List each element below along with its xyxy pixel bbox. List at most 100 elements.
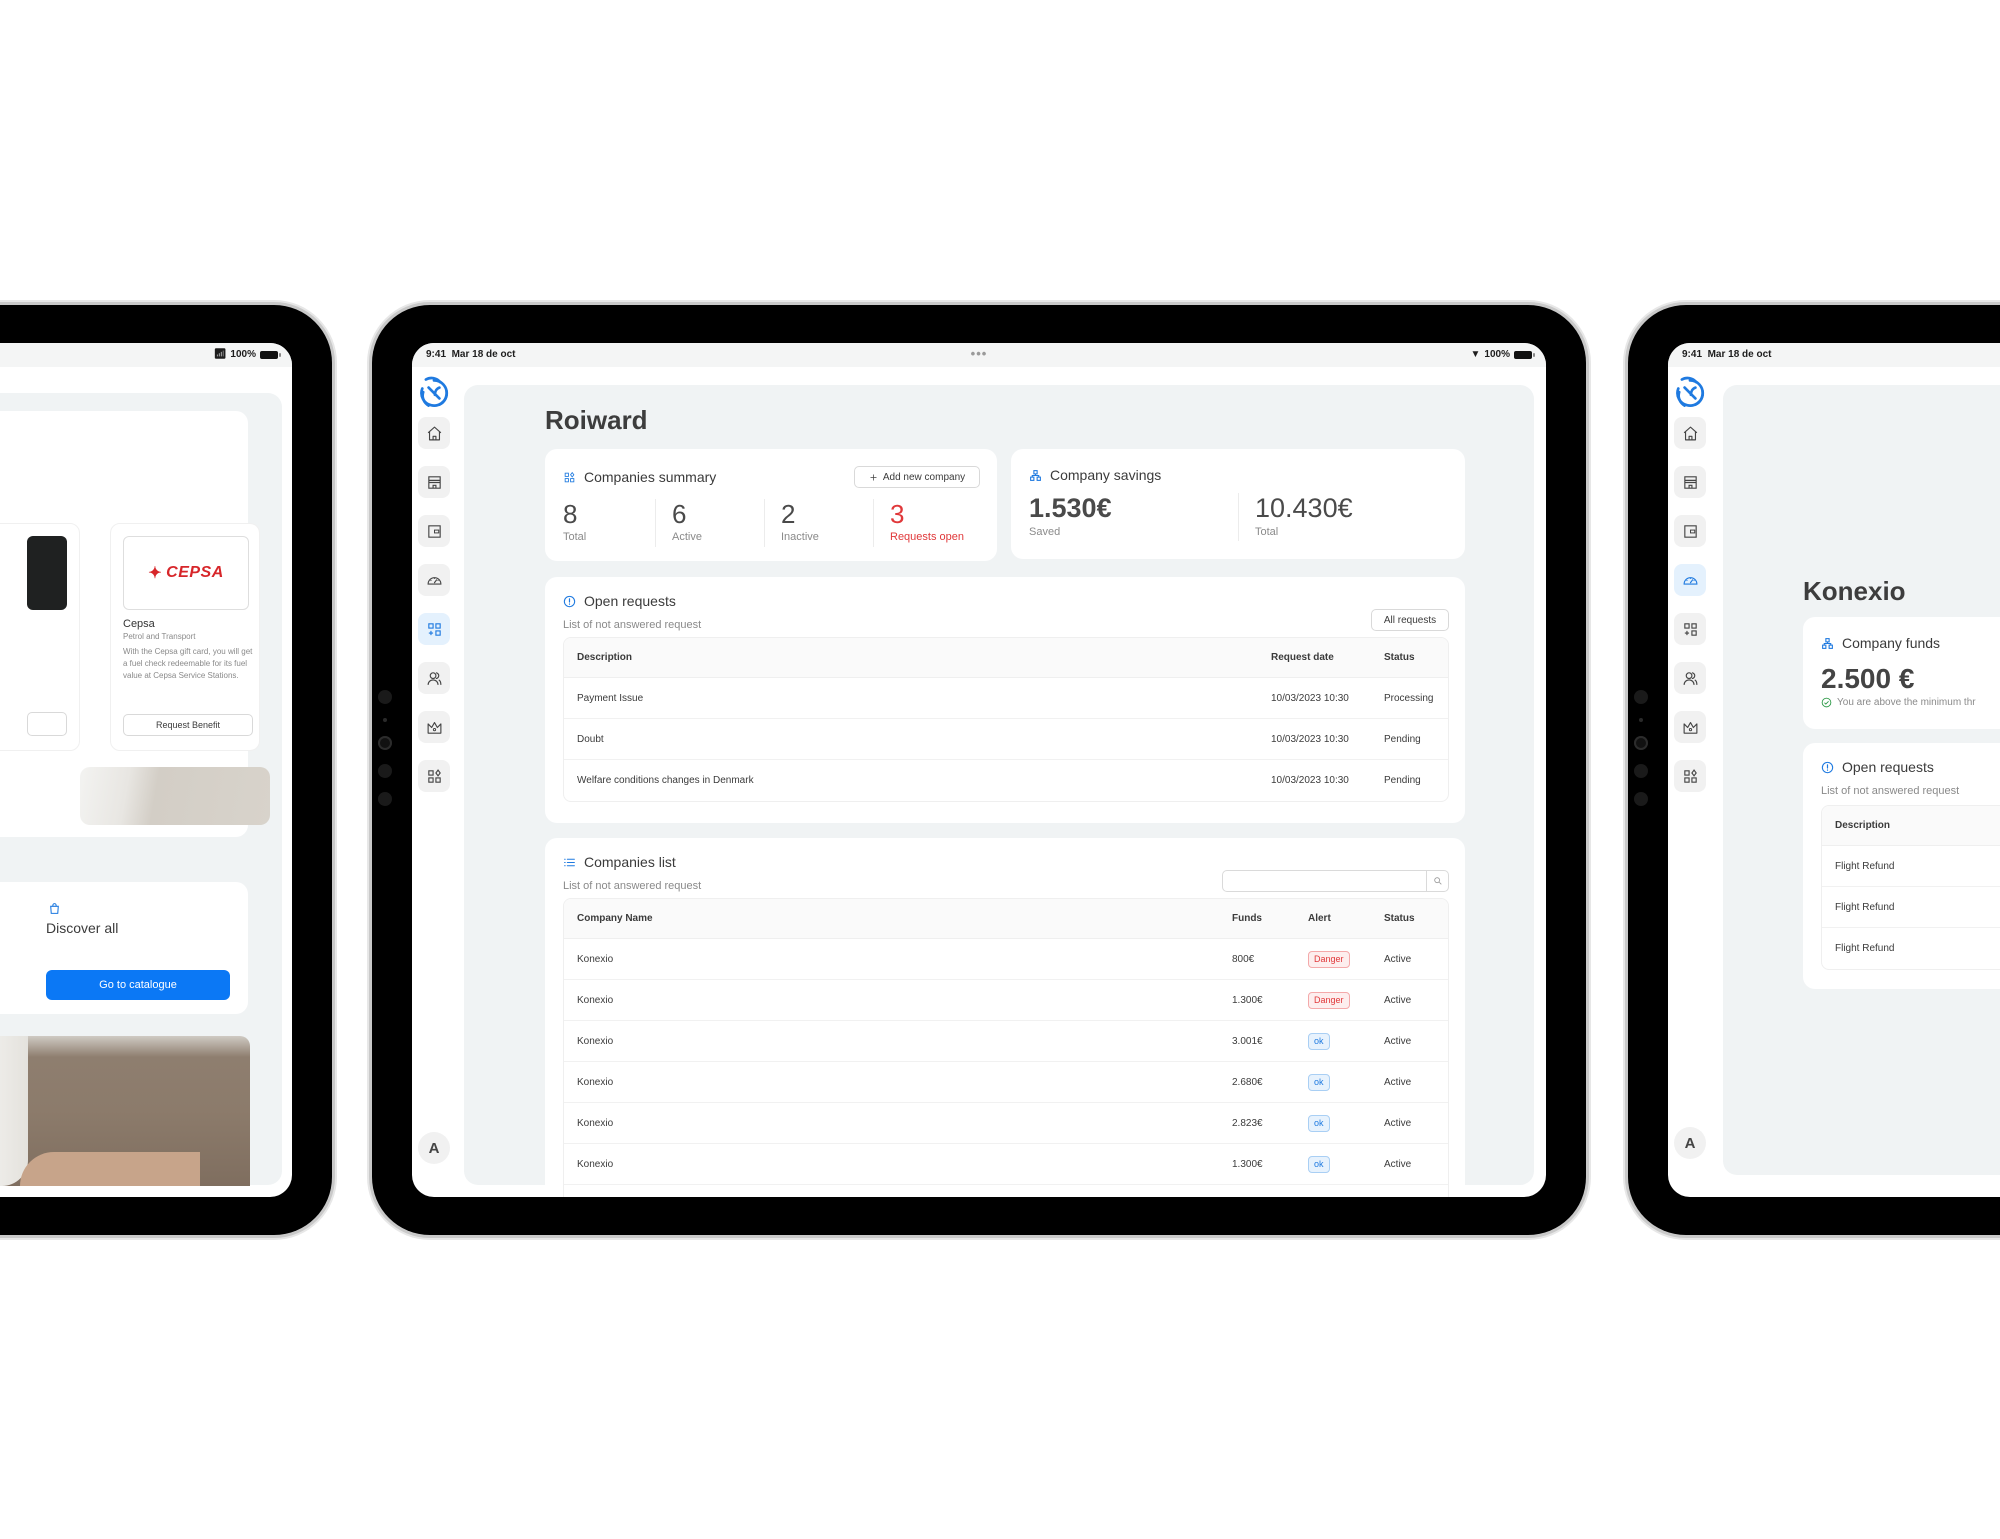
divider [764, 499, 765, 547]
col-request-date[interactable]: Request date [1271, 652, 1334, 663]
benefit-button-partial[interactable] [27, 712, 67, 736]
users-icon [426, 670, 443, 687]
table-row[interactable]: Flight Refund [1822, 928, 2000, 969]
nav-store[interactable] [1674, 466, 1706, 498]
col-funds[interactable]: Funds [1232, 913, 1262, 924]
table-row[interactable]: Konexio 2.680€ ok Active [564, 1062, 1448, 1103]
roiward-logo-icon[interactable] [1672, 375, 1708, 411]
cell-description: Flight Refund [1835, 860, 1895, 872]
nav-home[interactable] [1674, 417, 1706, 449]
table-row[interactable]: Konexio 1.300€ ok Active [564, 1144, 1448, 1185]
open-requests-card: Open requests List of not answered reque… [545, 577, 1465, 823]
companies-summary-title: Companies summary [563, 469, 716, 485]
benefit-card-cepsa: ✦ CEPSA Cepsa Petrol and Transport With … [110, 523, 260, 751]
nav-premium[interactable] [1674, 711, 1706, 743]
companies-rows: Konexio 800€ Danger Active Konexio 1.300€ Dang… [564, 939, 1448, 1185]
table-header: Company Name Funds Alert Status [564, 899, 1448, 939]
table-row[interactable]: Welfare conditions changes in Denmark 10… [564, 760, 1448, 801]
col-status[interactable]: Status [1384, 652, 1415, 663]
status-right: 📶︎ 100% [214, 349, 281, 360]
request-benefit-button[interactable]: Request Benefit [123, 714, 253, 736]
ok-badge: ok [1308, 1114, 1330, 1132]
nav-premium[interactable] [418, 711, 450, 743]
benefit-description: With the Cepsa gift card, you will get a… [123, 647, 253, 680]
cell-status: Active [1384, 1158, 1412, 1170]
cell-date: 10/03/2023 10:30 [1271, 775, 1349, 786]
nav-dashboard[interactable] [418, 564, 450, 596]
table-row[interactable]: Flight Refund [1822, 846, 2000, 887]
go-to-catalogue-button[interactable]: Go to catalogue [46, 970, 230, 1000]
multitask-dots[interactable]: ••• [971, 346, 988, 361]
stat-total-savings: 10.430€ Total [1255, 493, 1353, 539]
companies-search [1222, 870, 1449, 892]
col-description[interactable]: Description [577, 652, 632, 663]
user-avatar[interactable]: A [1674, 1127, 1706, 1159]
open-requests-table: Description Request date Status Payment … [563, 637, 1449, 802]
nav-users[interactable] [418, 662, 450, 694]
sidebar: A [412, 367, 464, 1197]
cell-description: Flight Refund [1835, 943, 1895, 954]
cell-status: Active [1384, 1117, 1412, 1129]
table-row[interactable]: Flight Refund [1822, 887, 2000, 928]
table-row[interactable]: Payment Issue 10/03/2023 10:30 Processin… [564, 678, 1448, 719]
nav-store[interactable] [418, 466, 450, 498]
nav-companies[interactable] [1674, 613, 1706, 645]
stat-requests-open[interactable]: 3 Requests open [890, 501, 964, 543]
companies-list-subtitle: List of not answered request [563, 880, 702, 892]
nav-home[interactable] [418, 417, 450, 449]
hierarchy-icon [1029, 469, 1042, 482]
photo-towel [0, 1036, 28, 1186]
ok-badge: ok [1308, 1155, 1330, 1173]
side-dot [1634, 764, 1648, 778]
right-tablet-frame: 9:41 Mar 18 de oct A Konexio Company fun… [1628, 305, 2000, 1235]
battery-icon [1514, 350, 1535, 359]
shopping-bag-icon [48, 902, 61, 915]
promo-photo [0, 1036, 250, 1186]
table-row[interactable]: Konexio 800€ Danger Active [564, 939, 1448, 980]
cell-status: Active [1384, 953, 1412, 965]
nav-dashboard[interactable] [1674, 564, 1706, 596]
home-icon [1682, 425, 1699, 442]
nav-companies[interactable] [418, 613, 450, 645]
table-row[interactable]: Doubt 10/03/2023 10:30 Pending [564, 719, 1448, 760]
nav-wallet[interactable] [418, 515, 450, 547]
open-requests-title: Open requests [1821, 759, 1934, 775]
cell-funds: 2.680€ [1232, 1076, 1263, 1088]
all-requests-button[interactable]: All requests [1371, 609, 1449, 631]
table-row[interactable]: Konexio 3.001€ ok Active [564, 1021, 1448, 1062]
cell-alert: Danger [1308, 991, 1350, 1009]
search-button[interactable] [1426, 871, 1448, 891]
cell-status: Processing [1384, 692, 1434, 704]
stat-total: 8 Total [563, 499, 587, 543]
table-row[interactable]: Konexio 1.300€ Danger Active [564, 980, 1448, 1021]
sidebar: A [1668, 367, 1720, 1197]
cell-status: Pending [1384, 775, 1421, 786]
cell-alert: ok [1308, 1114, 1330, 1132]
companies-search-input[interactable] [1223, 871, 1426, 891]
col-status[interactable]: Status [1384, 913, 1415, 924]
discover-title: Discover all [46, 920, 119, 936]
benefit-banner-image [80, 767, 270, 825]
nav-apps[interactable] [1674, 760, 1706, 792]
ok-badge: ok [1308, 1073, 1330, 1091]
stat-active: 6 Active [672, 499, 702, 543]
list-icon [563, 856, 576, 869]
divider [655, 499, 656, 547]
cell-description: Flight Refund [1835, 901, 1895, 913]
nav-users[interactable] [1674, 662, 1706, 694]
wallet-icon [1682, 523, 1699, 540]
col-alert[interactable]: Alert [1308, 913, 1331, 924]
benefit-card-partial [0, 523, 80, 751]
cell-date: 10/03/2023 10:30 [1271, 692, 1349, 704]
search-icon [1433, 876, 1443, 886]
add-new-company-button[interactable]: Add new company [854, 466, 980, 488]
cell-alert: Danger [1308, 950, 1350, 968]
table-row[interactable]: Konexio 2.823€ ok Active [564, 1103, 1448, 1144]
roiward-logo-icon[interactable] [416, 375, 452, 411]
user-avatar[interactable]: A [418, 1132, 450, 1164]
nav-apps[interactable] [418, 760, 450, 792]
col-company-name[interactable]: Company Name [577, 913, 653, 924]
nav-wallet[interactable] [1674, 515, 1706, 547]
col-description[interactable]: Description [1835, 820, 1890, 831]
side-camera-lens [1634, 736, 1648, 750]
